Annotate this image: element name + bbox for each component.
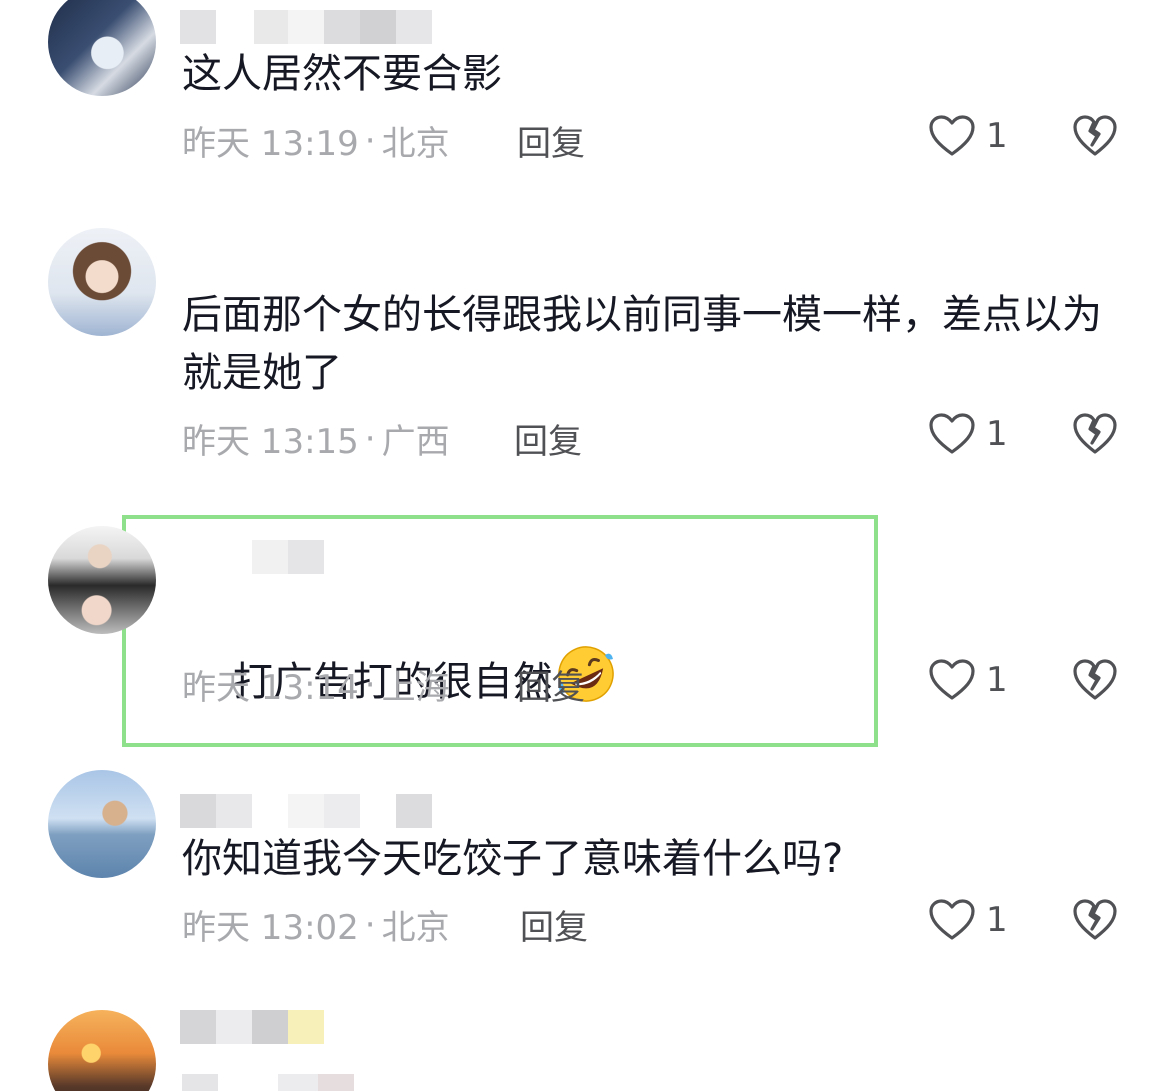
like-button[interactable]: 1 — [928, 114, 1008, 158]
meta-separator: · — [364, 904, 376, 945]
like-button[interactable]: 1 — [928, 658, 1008, 702]
reply-button[interactable]: 回复 — [517, 116, 585, 165]
comment-meta: 昨天 13:14 · 上海 — [182, 660, 450, 709]
broken-heart-icon — [1073, 115, 1117, 156]
meta-separator: · — [364, 664, 376, 705]
comment-text: 后面那个女的长得跟我以前同事一模一样，差点以为就是她了 — [182, 292, 1102, 396]
comment-text: 这人居然不要合影 — [182, 51, 502, 97]
heart-icon — [929, 899, 975, 940]
comment-time: 昨天 13:15 — [182, 422, 359, 462]
broken-heart-icon — [1073, 659, 1117, 700]
text-blurred — [182, 1074, 354, 1091]
like-button[interactable]: 1 — [928, 898, 1008, 942]
heart-icon — [929, 659, 975, 700]
reply-button[interactable]: 回复 — [520, 900, 588, 949]
dislike-button[interactable] — [1072, 898, 1118, 946]
avatar[interactable] — [48, 228, 156, 336]
username-blurred[interactable] — [252, 540, 324, 574]
reply-button[interactable]: 回复 — [517, 660, 585, 709]
heart-icon — [929, 413, 975, 454]
avatar[interactable] — [48, 770, 156, 878]
like-count: 1 — [986, 660, 1008, 700]
comment-location: 北京 — [381, 124, 450, 164]
comment-meta: 昨天 13:02 · 北京 — [182, 900, 450, 949]
like-count: 1 — [986, 116, 1008, 156]
like-count: 1 — [986, 900, 1008, 940]
heart-icon — [929, 115, 975, 156]
avatar[interactable] — [48, 0, 156, 96]
username-blurred[interactable] — [180, 10, 432, 44]
comment-meta: 昨天 13:19 · 北京 — [182, 116, 450, 165]
dislike-button[interactable] — [1072, 114, 1118, 162]
comment-meta: 昨天 13:15 · 广西 — [182, 414, 450, 463]
like-button[interactable]: 1 — [928, 412, 1008, 456]
broken-heart-icon — [1073, 413, 1117, 454]
meta-separator: · — [364, 418, 376, 459]
comment-time: 昨天 13:19 — [182, 124, 359, 164]
dislike-button[interactable] — [1072, 658, 1118, 706]
like-count: 1 — [986, 414, 1008, 454]
username-blurred[interactable] — [180, 1010, 324, 1044]
reply-button[interactable]: 回复 — [514, 414, 582, 463]
meta-separator: · — [364, 120, 376, 161]
avatar[interactable] — [48, 1010, 156, 1091]
comment-time: 昨天 13:02 — [182, 908, 359, 948]
comment-location: 广西 — [381, 422, 450, 462]
dislike-button[interactable] — [1072, 412, 1118, 460]
avatar[interactable] — [48, 526, 156, 634]
comment-location: 上海 — [381, 668, 450, 708]
username-blurred[interactable] — [180, 794, 432, 828]
comment-time: 昨天 13:14 — [182, 668, 359, 708]
comment-location: 北京 — [381, 908, 450, 948]
broken-heart-icon — [1073, 899, 1117, 940]
comment-text: 你知道我今天吃饺子了意味着什么吗? — [182, 836, 844, 882]
